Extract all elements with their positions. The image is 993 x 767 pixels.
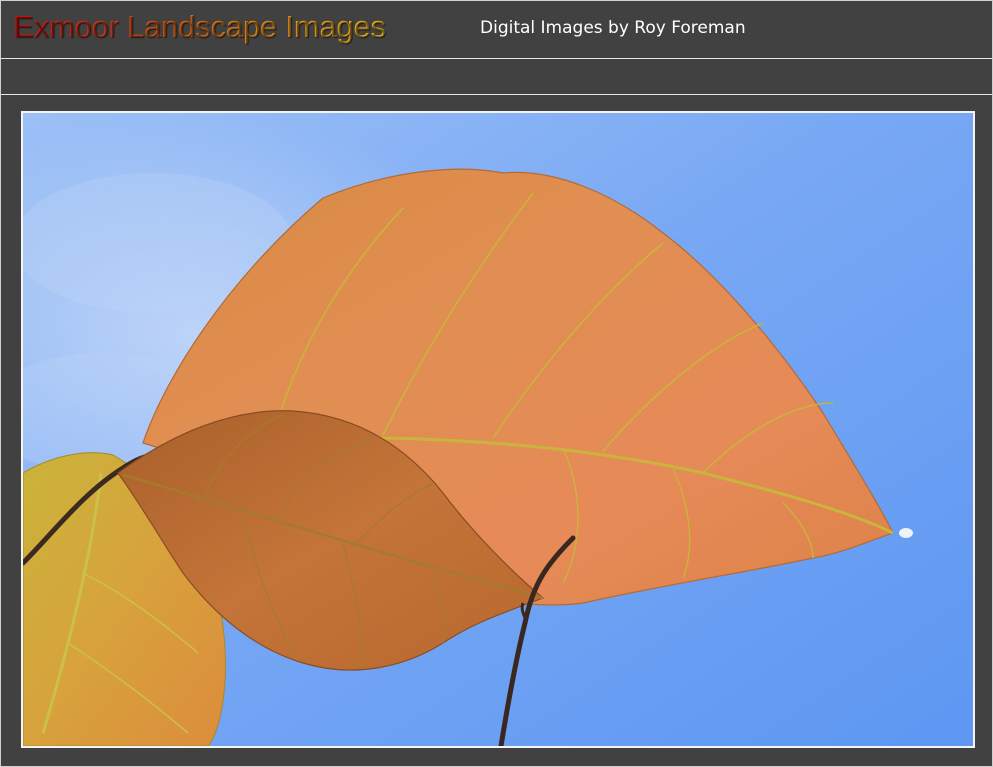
site-subtitle: Digital Images by Roy Foreman (480, 18, 746, 38)
site-title[interactable]: Exmoor Landscape Images (13, 9, 386, 45)
nav-divider (1, 94, 992, 95)
navigation-bar (1, 59, 992, 94)
featured-photo[interactable] (21, 111, 975, 748)
site-header: Exmoor Landscape Images Digital Images b… (1, 1, 992, 59)
leaf-photo-image (23, 113, 973, 746)
